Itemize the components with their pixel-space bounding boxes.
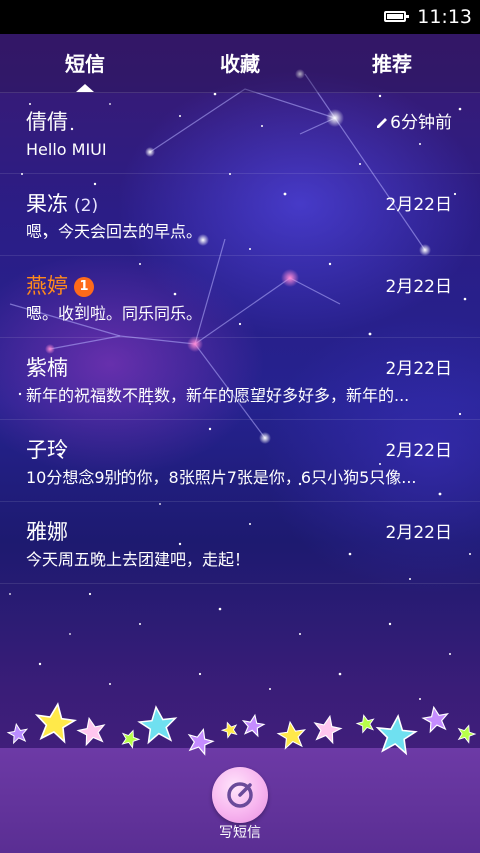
status-bar: 11:13 bbox=[0, 0, 480, 34]
message-count: (2) bbox=[74, 196, 99, 216]
compose-icon bbox=[227, 782, 253, 808]
tab-recommended[interactable]: 推荐 bbox=[312, 52, 472, 76]
contact-name-line: 燕婷 1 bbox=[26, 273, 94, 299]
message-preview: Hello MIUI bbox=[26, 140, 107, 159]
contact-name-line: 果冻 (2) bbox=[26, 191, 98, 219]
contact-name: 倩倩 bbox=[26, 110, 68, 134]
compose-button[interactable] bbox=[212, 767, 268, 823]
message-date: 2月22日 bbox=[385, 277, 452, 297]
message-preview: 今天周五晚上去团建吧，走起！ bbox=[26, 550, 251, 569]
message-date: 2月22日 bbox=[385, 441, 452, 461]
messages-screen: 短信 收藏 推荐 倩倩 6分钟前 Hello MIUI 果冻 (2) 2月22日 … bbox=[0, 34, 480, 853]
conversation-row[interactable]: 倩倩 6分钟前 Hello MIUI bbox=[0, 92, 480, 174]
conversation-row[interactable]: 果冻 (2) 2月22日 嗯，今天会回去的早点。 bbox=[0, 174, 480, 256]
contact-name: 雅娜 bbox=[26, 520, 68, 544]
message-date: 6分钟前 bbox=[390, 113, 452, 133]
message-date: 2月22日 bbox=[385, 523, 452, 543]
battery-icon bbox=[384, 11, 409, 22]
conversation-row[interactable]: 子玲 2月22日 10分想念9别的你，8张照片7张是你，6只小狗5只像... bbox=[0, 420, 480, 502]
unread-badge: 1 bbox=[74, 277, 94, 297]
pencil-icon bbox=[377, 118, 387, 128]
status-time: 11:13 bbox=[417, 6, 472, 28]
tab-messages[interactable]: 短信 bbox=[5, 52, 165, 76]
tab-bar: 短信 收藏 推荐 bbox=[0, 34, 480, 93]
conversation-row-unread[interactable]: 燕婷 1 2月22日 嗯。收到啦。同乐同乐。 bbox=[0, 256, 480, 338]
contact-name: 果冻 bbox=[26, 192, 68, 216]
row-divider bbox=[0, 583, 480, 584]
contact-name: 燕婷 bbox=[26, 274, 68, 298]
conversation-row[interactable]: 紫楠 2月22日 新年的祝福数不胜数，新年的愿望好多好多，新年的... bbox=[0, 338, 480, 420]
compose-label: 写短信 bbox=[219, 825, 261, 841]
conversation-row[interactable]: 雅娜 2月22日 今天周五晚上去团建吧，走起！ bbox=[0, 502, 480, 584]
message-preview: 嗯，今天会回去的早点。 bbox=[26, 222, 203, 241]
contact-name: 子玲 bbox=[26, 438, 68, 462]
contact-name: 紫楠 bbox=[26, 356, 68, 380]
message-preview: 新年的祝福数不胜数，新年的愿望好多好多，新年的... bbox=[26, 386, 410, 405]
message-date: 2月22日 bbox=[385, 359, 452, 379]
tab-favorites[interactable]: 收藏 bbox=[160, 52, 320, 76]
message-preview: 10分想念9别的你，8张照片7张是你，6只小狗5只像... bbox=[26, 468, 417, 487]
message-preview: 嗯。收到啦。同乐同乐。 bbox=[26, 304, 203, 323]
message-date: 2月22日 bbox=[385, 195, 452, 215]
selected-tab-indicator bbox=[76, 84, 94, 92]
